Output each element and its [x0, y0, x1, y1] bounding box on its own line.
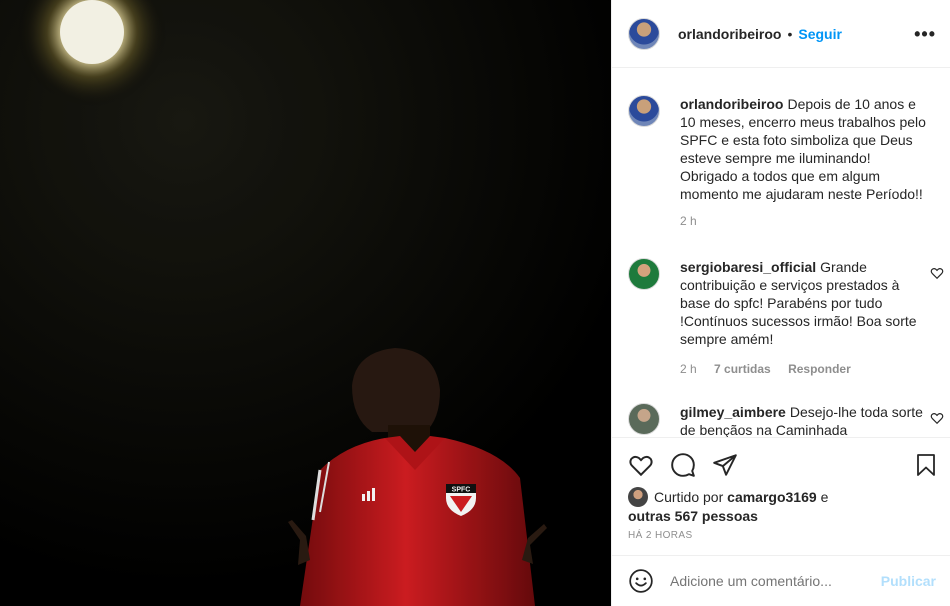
like-heart-icon[interactable] — [628, 452, 654, 478]
post-timestamp[interactable]: HÁ 2 HORAS — [628, 530, 693, 541]
comment-item: sergiobaresi_official Grande contribuição… — [628, 258, 944, 376]
comment-author-link[interactable]: gilmey_aimbere — [680, 404, 786, 420]
like-comment-heart-icon[interactable] — [930, 266, 944, 280]
caption-avatar[interactable] — [628, 95, 660, 127]
commenter-avatar[interactable] — [628, 403, 660, 435]
action-icons-bar — [628, 452, 938, 478]
post-actions: Curtido por camargo3169 e outras 567 pes… — [612, 437, 950, 555]
save-bookmark-icon[interactable] — [914, 452, 938, 478]
add-comment-input[interactable] — [670, 573, 881, 589]
comment-time[interactable]: 2 h — [680, 362, 697, 376]
caption-meta: 2 h — [680, 214, 938, 228]
post-image: SPFC — [0, 0, 611, 606]
commenter-avatar[interactable] — [628, 258, 660, 290]
comments-list[interactable]: orlandoribeiroo Depois de 10 anos e 10 me… — [612, 69, 950, 437]
liked-by-conjunction: e — [820, 489, 829, 505]
liker-avatar[interactable] — [628, 487, 648, 507]
share-paper-plane-icon[interactable] — [712, 452, 738, 478]
caption-author-link[interactable]: orlandoribeiroo — [680, 96, 783, 112]
emoji-smile-icon[interactable] — [628, 568, 654, 594]
comment-body: sergiobaresi_official Grande contribuição… — [680, 258, 932, 348]
caption: orlandoribeiroo Depois de 10 anos e 10 me… — [628, 95, 938, 228]
comment-body: gilmey_aimbere Desejo-lhe toda sorte de b… — [680, 403, 932, 437]
comment-bubble-icon[interactable] — [670, 452, 696, 478]
liker-username-link[interactable]: camargo3169 — [727, 489, 817, 505]
liked-by-prefix: Curtido por — [654, 489, 724, 505]
post-side-panel: orlandoribeiroo • Seguir ••• orlandoribe… — [611, 0, 950, 606]
comment-author-link[interactable]: sergiobaresi_official — [680, 259, 816, 275]
author-avatar[interactable] — [628, 17, 660, 50]
separator-dot: • — [787, 25, 793, 42]
post-photo[interactable]: SPFC — [0, 0, 611, 606]
comment-likes[interactable]: 7 curtidas — [714, 362, 771, 376]
like-comment-heart-icon[interactable] — [930, 411, 944, 425]
caption-body: orlandoribeiroo Depois de 10 anos e 10 me… — [680, 95, 932, 203]
add-comment-bar: Publicar — [612, 555, 950, 606]
comment-meta: 2 h 7 curtidas Responder — [680, 362, 938, 376]
follow-button[interactable]: Seguir — [798, 26, 842, 42]
caption-time[interactable]: 2 h — [680, 214, 697, 228]
publish-button[interactable]: Publicar — [881, 573, 936, 589]
author-username-link[interactable]: orlandoribeiroo — [678, 26, 781, 42]
likes-summary: Curtido por camargo3169 e outras 567 pes… — [628, 487, 934, 526]
reply-button[interactable]: Responder — [788, 362, 851, 376]
post-header: orlandoribeiroo • Seguir ••• — [612, 0, 950, 68]
comment-item: gilmey_aimbere Desejo-lhe toda sorte de b… — [628, 403, 944, 437]
more-options-icon[interactable]: ••• — [914, 24, 936, 45]
other-likers-link[interactable]: outras 567 pessoas — [628, 508, 758, 524]
